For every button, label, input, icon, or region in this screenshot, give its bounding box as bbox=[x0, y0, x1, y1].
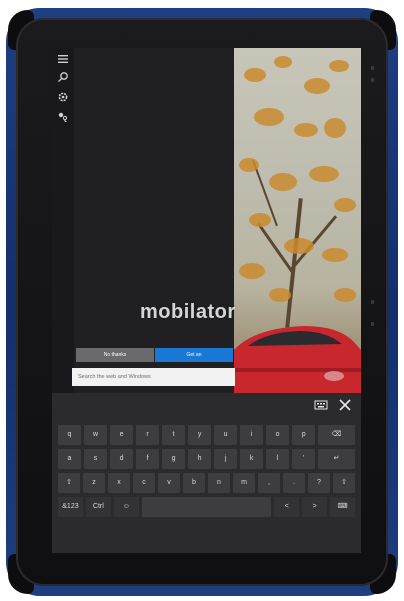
sensor-dot bbox=[371, 78, 374, 82]
key-p[interactable]: p bbox=[292, 425, 316, 445]
settings-icon[interactable] bbox=[57, 90, 69, 102]
key-t[interactable]: t bbox=[162, 425, 186, 445]
key-d[interactable]: d bbox=[110, 449, 134, 469]
key-l[interactable]: l bbox=[266, 449, 290, 469]
key-g[interactable]: g bbox=[162, 449, 186, 469]
search-icon[interactable] bbox=[57, 70, 69, 83]
key-h[interactable]: h bbox=[188, 449, 212, 469]
key-q[interactable]: q bbox=[58, 425, 82, 445]
no-thanks-button[interactable]: No thanks bbox=[76, 348, 154, 362]
enter-key[interactable]: ↵ bbox=[318, 449, 355, 469]
key-k[interactable]: k bbox=[240, 449, 264, 469]
key-c[interactable]: c bbox=[133, 473, 155, 493]
search-field[interactable]: Search the web and Windows bbox=[72, 368, 235, 386]
space-key[interactable] bbox=[141, 497, 272, 517]
key-o[interactable]: o bbox=[266, 425, 290, 445]
key-a[interactable]: a bbox=[58, 449, 82, 469]
red-car bbox=[234, 326, 361, 393]
key-u[interactable]: u bbox=[214, 425, 238, 445]
key-b[interactable]: b bbox=[183, 473, 205, 493]
key-comma[interactable]: , bbox=[258, 473, 280, 493]
ctrl-key[interactable]: Ctrl bbox=[85, 497, 111, 517]
menu-icon[interactable] bbox=[57, 52, 69, 64]
key-w[interactable]: w bbox=[84, 425, 108, 445]
arrow-left-key[interactable]: < bbox=[274, 497, 300, 517]
keyboard-switch-key[interactable]: ⌨ bbox=[330, 497, 355, 517]
close-keyboard-icon[interactable] bbox=[338, 399, 352, 411]
touch-keyboard: q w e r t y u i o p ⌫ a s d f g h j k l … bbox=[52, 393, 361, 553]
key-n[interactable]: n bbox=[208, 473, 230, 493]
shift-key-right[interactable]: ⇧ bbox=[333, 473, 355, 493]
side-rail bbox=[52, 48, 74, 393]
lock-screen-photo bbox=[234, 48, 361, 393]
mobilator-watermark: mobilator bbox=[140, 301, 236, 323]
symbols-key[interactable]: &123 bbox=[58, 497, 83, 517]
emoji-key[interactable]: ☺ bbox=[113, 497, 139, 517]
keyboard-row-2: a s d f g h j k l ' ↵ bbox=[58, 449, 355, 469]
keyboard-row-4: &123 Ctrl ☺ < > ⌨ bbox=[58, 497, 355, 517]
key-j[interactable]: j bbox=[214, 449, 238, 469]
sensor-dot bbox=[371, 66, 374, 70]
cortana-pane bbox=[52, 48, 234, 393]
side-button bbox=[371, 300, 374, 304]
get-started-button[interactable]: Get an bbox=[155, 348, 233, 362]
key-question[interactable]: ? bbox=[308, 473, 330, 493]
key-m[interactable]: m bbox=[233, 473, 255, 493]
key-s[interactable]: s bbox=[84, 449, 108, 469]
key-e[interactable]: e bbox=[110, 425, 134, 445]
side-button bbox=[371, 322, 374, 326]
feedback-icon[interactable] bbox=[57, 110, 69, 122]
keyboard-row-1: q w e r t y u i o p ⌫ bbox=[58, 425, 355, 445]
key-v[interactable]: v bbox=[158, 473, 180, 493]
key-r[interactable]: r bbox=[136, 425, 160, 445]
arrow-right-key[interactable]: > bbox=[302, 497, 328, 517]
key-y[interactable]: y bbox=[188, 425, 212, 445]
tablet-screen: mobilator No thanks Get an Search the we… bbox=[52, 48, 361, 553]
keyboard-toolbar bbox=[52, 393, 361, 415]
shift-key-left[interactable]: ⇧ bbox=[58, 473, 80, 493]
keyboard-layout-icon[interactable] bbox=[314, 399, 328, 411]
key-period[interactable]: . bbox=[283, 473, 305, 493]
key-f[interactable]: f bbox=[136, 449, 160, 469]
key-z[interactable]: z bbox=[83, 473, 105, 493]
key-apostrophe[interactable]: ' bbox=[292, 449, 316, 469]
key-i[interactable]: i bbox=[240, 425, 264, 445]
key-x[interactable]: x bbox=[108, 473, 130, 493]
keyboard-row-3: ⇧ z x c v b n m , . ? ⇧ bbox=[58, 473, 355, 493]
backspace-key[interactable]: ⌫ bbox=[318, 425, 355, 445]
